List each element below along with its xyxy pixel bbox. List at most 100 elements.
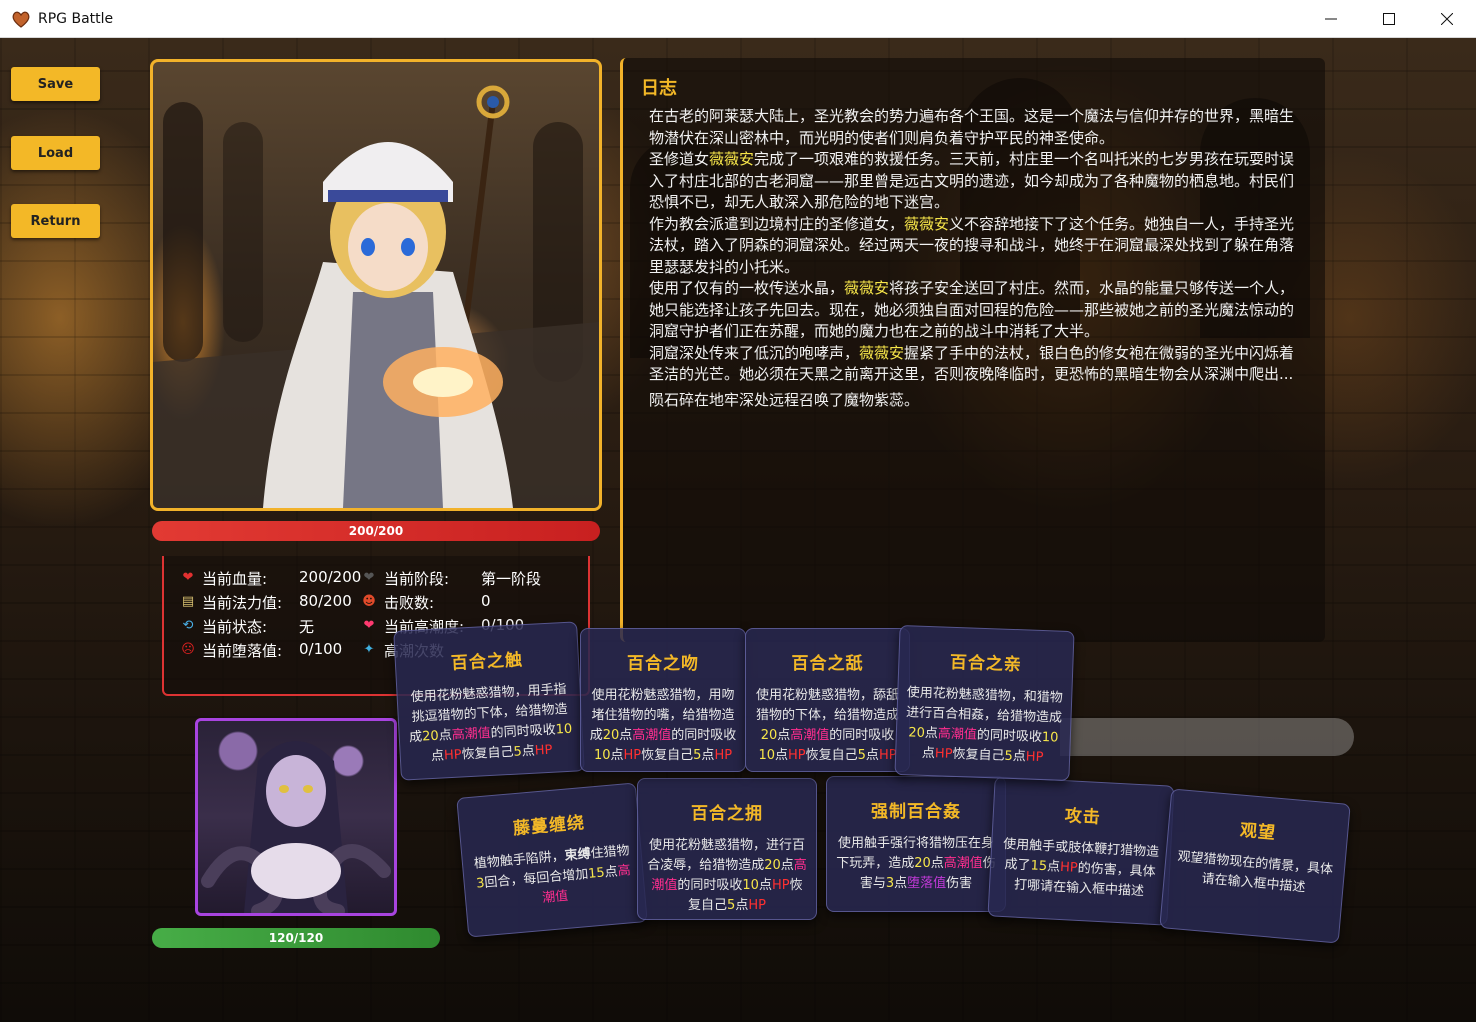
card-name: 百合之拥 bbox=[691, 804, 763, 824]
minimize-button[interactable] bbox=[1302, 0, 1360, 38]
card-text: 使用花粉魅惑猎物，和猎物进行百合相姦，给猎物造成 bbox=[905, 685, 1063, 726]
window-title: RPG Battle bbox=[38, 10, 114, 27]
enemy-hp-bar: 120/120 bbox=[152, 928, 440, 948]
card-text: 恢复自己 bbox=[461, 744, 514, 763]
card-text: 点 bbox=[735, 898, 749, 913]
card-keyword: HP bbox=[788, 748, 806, 763]
card-keyword: HP bbox=[748, 898, 766, 913]
card-text: 点 bbox=[777, 728, 791, 743]
card-text: 点 bbox=[780, 858, 794, 873]
card-text: 点 bbox=[774, 748, 788, 763]
card-description: 使用触手或肢体鞭打猎物造成了15点HP的伤害，具体打哪请在输入框中描述 bbox=[998, 835, 1163, 903]
card-number: 10 bbox=[593, 748, 611, 763]
close-icon bbox=[1441, 13, 1453, 25]
card-description: 使用花粉魅惑猎物，和猎物进行百合相姦，给猎物造成20点高潮值的同时吸收10点HP… bbox=[904, 683, 1064, 768]
log-title: 日志 bbox=[641, 78, 677, 99]
card-number: 3 bbox=[885, 876, 895, 891]
card-text: 恢复自己 bbox=[805, 748, 858, 763]
angry-face-icon: ☹ bbox=[181, 642, 195, 657]
card-name: 藤蔓缠绕 bbox=[512, 813, 586, 840]
log-panel: 日志 在古老的阿莱瑟大陆上，圣光教会的势力遍布各个王国。这是一个魔法与信仰并存的… bbox=[620, 58, 1325, 642]
skill-card-forced-lily[interactable]: 强制百合姦 使用触手强行将猎物压在身下玩弄，造成20点高潮值伤害与3点堕落值伤害 bbox=[826, 776, 1006, 912]
battle-scene: Save Load Return 200/200 ❤ 当前血量: 200/200… bbox=[0, 38, 1476, 1022]
card-text: 恢复自己 bbox=[641, 748, 694, 763]
heart-icon: ❤ bbox=[182, 570, 194, 585]
card-text: 点 bbox=[1012, 749, 1027, 765]
skill-card-lily-embrace[interactable]: 百合之拥 使用花粉魅惑猎物，进行百合凌辱，给猎物造成20点高潮值的同时吸收10点… bbox=[637, 778, 817, 920]
title-bar: RPG Battle bbox=[0, 0, 1476, 38]
card-text: 点 bbox=[930, 856, 944, 871]
log-paragraph: 在古老的阿莱瑟大陆上，圣光教会的势力遍布各个王国。这是一个魔法与信仰并存的世界，… bbox=[649, 107, 1295, 147]
books-icon: ▤ bbox=[181, 594, 195, 609]
card-description: 植物触手陷阱，束缚住猎物3回合，每回合增加15点高潮值 bbox=[470, 841, 637, 915]
card-number: 20 bbox=[602, 728, 620, 743]
close-button[interactable] bbox=[1418, 0, 1476, 38]
card-number: 20 bbox=[914, 856, 931, 871]
card-text: 的同时吸收 bbox=[829, 728, 895, 743]
action-description-input[interactable] bbox=[1060, 718, 1354, 756]
card-keyword: HP bbox=[1025, 749, 1044, 766]
card-keyword: HP bbox=[771, 878, 790, 893]
skill-card-lily-lick[interactable]: 百合之舐 使用花粉魅惑猎物，舔舐猎物的下体，给猎物造成20点高潮值的同时吸收10… bbox=[745, 628, 910, 772]
card-text: 住猎物 bbox=[589, 843, 631, 862]
card-keyword: 束缚 bbox=[564, 846, 592, 864]
skill-card-lily-intimacy[interactable]: 百合之亲 使用花粉魅惑猎物，和猎物进行百合相姦，给猎物造成20点高潮值的同时吸收… bbox=[894, 624, 1075, 782]
save-button[interactable]: Save bbox=[11, 67, 100, 101]
log-paragraph: 使用了仅有的一枚传送水晶，薇薇安将孩子安全送回了村庄。然而，水晶的能量只够传送一… bbox=[649, 278, 1297, 343]
card-text: 点 bbox=[430, 748, 445, 765]
log-text-span: 洞窟深处传来了低沉的咆哮声， bbox=[649, 343, 860, 362]
card-keyword: 高潮值 bbox=[790, 728, 830, 743]
card-text: 点 bbox=[521, 743, 536, 760]
status-value: 无 bbox=[299, 618, 315, 636]
card-number: 15 bbox=[587, 865, 606, 882]
card-name: 强制百合姦 bbox=[871, 802, 961, 822]
droplets-icon: ✦ bbox=[363, 642, 375, 657]
card-number: 10 bbox=[758, 748, 775, 763]
card-number: 10 bbox=[742, 878, 759, 893]
enemy-portrait bbox=[195, 718, 397, 916]
card-keyword: 高潮值 bbox=[632, 728, 672, 743]
plant-monster-art bbox=[201, 741, 391, 913]
card-number: 20 bbox=[421, 728, 440, 745]
return-button[interactable]: Return bbox=[11, 204, 100, 238]
skill-card-attack[interactable]: 攻击 使用触手或肢体鞭打猎物造成了15点HP的伤害，具体打哪请在输入框中描述 bbox=[987, 776, 1175, 926]
nun-character-art bbox=[153, 85, 599, 508]
maximize-button[interactable] bbox=[1360, 0, 1418, 38]
card-number: 5 bbox=[857, 748, 866, 763]
card-number: 20 bbox=[764, 858, 781, 873]
card-description: 使用触手强行将猎物压在身下玩弄，造成20点高潮值伤害与3点堕落值伤害 bbox=[835, 834, 997, 894]
load-button[interactable]: Load bbox=[11, 136, 100, 170]
skill-card-vine-bind[interactable]: 藤蔓缠绕 植物触手陷阱，束缚住猎物3回合，每回合增加15点高潮值 bbox=[456, 782, 648, 938]
character-name-highlight: 薇薇安 bbox=[859, 343, 905, 362]
pink-heart-icon: ❤ bbox=[363, 618, 375, 633]
skill-card-lily-kiss[interactable]: 百合之吻 使用花粉魅惑猎物，用吻堵住猎物的嘴，给猎物造成20点高潮值的同时吸收1… bbox=[580, 628, 746, 772]
card-description: 使用花粉魅惑猎物，舔舐猎物的下体，给猎物造成20点高潮值的同时吸收10点HP恢复… bbox=[754, 686, 901, 766]
status-label: 当前状态: bbox=[202, 618, 268, 636]
status-cycle-icon: ⟲ bbox=[182, 618, 194, 633]
log-text: 在古老的阿莱瑟大陆上，圣光教会的势力遍布各个王国。这是一个魔法与信仰并存的世界，… bbox=[649, 106, 1297, 411]
skill-card-lily-touch[interactable]: 百合之触 使用花粉魅惑猎物，用手指挑逗猎物的下体，给猎物造成20点高潮值的同时吸… bbox=[393, 621, 585, 781]
enemy-hp-text: 120/120 bbox=[268, 931, 324, 945]
skill-card-observe[interactable]: 观望 观望猎物现在的情景，具体请在输入框中描述 bbox=[1159, 788, 1351, 944]
hp-label: 当前血量: bbox=[202, 570, 268, 588]
card-number: 10 bbox=[1041, 730, 1059, 746]
card-keyword: HP bbox=[714, 748, 733, 763]
card-text: 点 bbox=[701, 748, 715, 763]
log-paragraph: 作为教会派遣到边境村庄的圣修道女，薇薇安义不容辞地接下了这个任务。她独自一人，手… bbox=[649, 214, 1297, 279]
corrupt-label: 当前堕落值: bbox=[202, 642, 283, 660]
log-paragraph: 陨石碎在地牢深处远程召唤了魔物紫蕊。 bbox=[649, 390, 920, 409]
card-text: 伤害 bbox=[946, 876, 973, 891]
card-text: 的同时吸收 bbox=[677, 878, 743, 893]
defeat-value: 0 bbox=[481, 592, 491, 610]
minimize-icon bbox=[1325, 18, 1337, 20]
hp-value: 200/200 bbox=[299, 568, 362, 586]
card-keyword: HP bbox=[623, 748, 642, 763]
devil-icon: ☻ bbox=[362, 594, 376, 609]
corrupt-value: 0/100 bbox=[299, 640, 343, 658]
card-text: 点 bbox=[758, 878, 772, 893]
card-text: 点 bbox=[610, 748, 624, 763]
card-keyword: HP bbox=[443, 747, 463, 764]
card-number: 20 bbox=[908, 725, 926, 741]
card-number: 10 bbox=[555, 721, 573, 738]
log-paragraph: 圣修道女薇薇安完成了一项艰难的救援任务。三天前，村庄里一个名叫托米的七岁男孩在玩… bbox=[649, 149, 1297, 214]
